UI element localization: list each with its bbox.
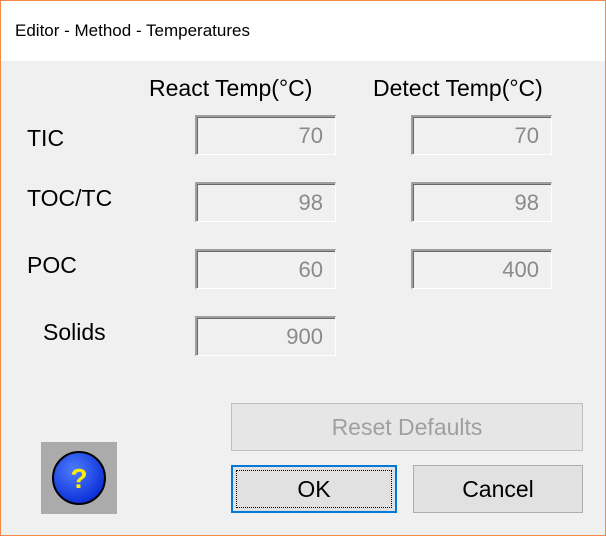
react-temp-header: React Temp(°C) — [149, 75, 313, 101]
toc-tc-detect-temp-field[interactable] — [411, 182, 552, 222]
detect-temp-header: Detect Temp(°C) — [373, 75, 543, 101]
row-label-poc: POC — [27, 252, 77, 278]
poc-react-temp-field[interactable] — [195, 249, 336, 289]
dialog-window: Editor - Method - Temperatures React Tem… — [0, 0, 606, 536]
tic-react-temp-field[interactable] — [195, 115, 336, 155]
poc-detect-temp-field[interactable] — [411, 249, 552, 289]
row-label-toc-tc: TOC/TC — [27, 185, 113, 211]
help-icon-glyph: ? — [70, 463, 87, 494]
title-bar[interactable]: Editor - Method - Temperatures — [1, 1, 605, 61]
row-label-solids: Solids — [43, 319, 106, 345]
help-button[interactable]: ? — [41, 442, 117, 514]
cancel-button[interactable]: Cancel — [413, 465, 583, 513]
reset-defaults-button[interactable]: Reset Defaults — [231, 403, 583, 451]
tic-detect-temp-field[interactable] — [411, 115, 552, 155]
window-title: Editor - Method - Temperatures — [15, 21, 250, 40]
ok-button[interactable]: OK — [231, 465, 397, 513]
toc-tc-react-temp-field[interactable] — [195, 182, 336, 222]
row-label-tic: TIC — [27, 125, 65, 151]
help-question-icon: ? — [52, 451, 106, 505]
solids-react-temp-field[interactable] — [195, 316, 336, 356]
ok-button-label: OK — [236, 470, 392, 508]
